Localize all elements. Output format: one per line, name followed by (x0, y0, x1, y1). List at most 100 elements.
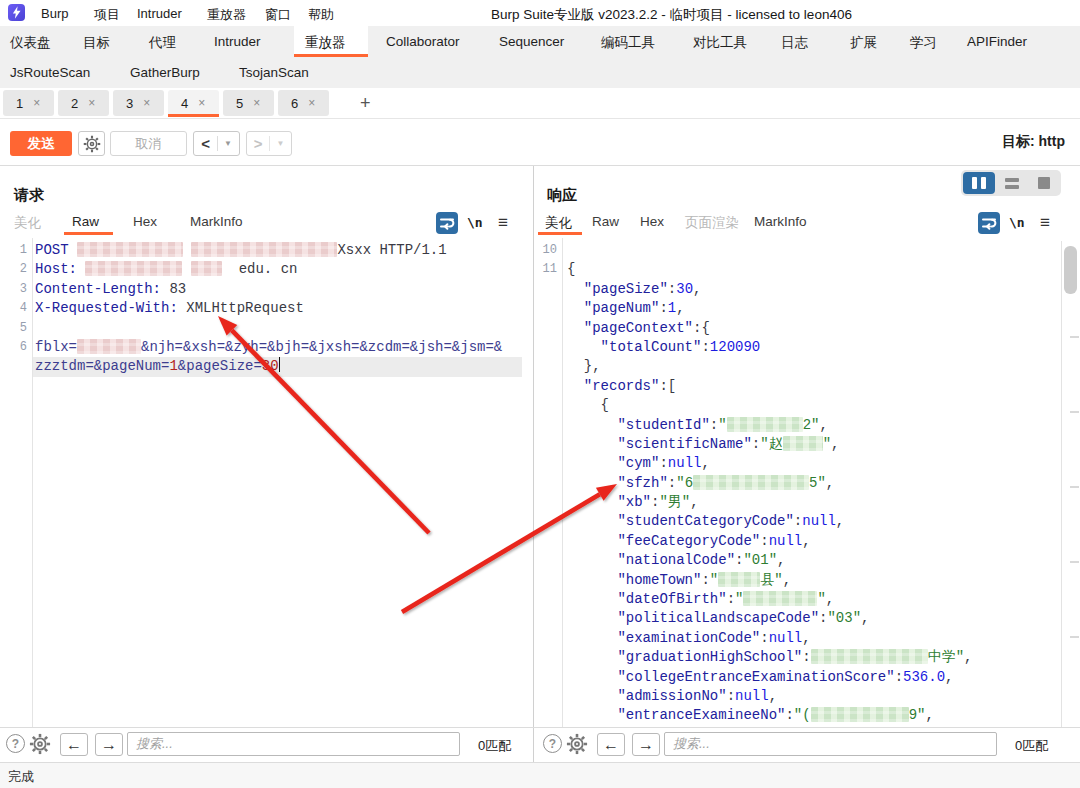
response-line[interactable]: "studentCategoryCode":null, (567, 512, 972, 531)
response-tab-4[interactable]: MarkInfo (754, 214, 807, 229)
request-tab-1[interactable]: Raw (72, 214, 99, 229)
request-line[interactable]: zzztdm=&pageNum=1&pageSize=30 (35, 357, 502, 376)
response-line[interactable]: "examinationCode":null, (567, 629, 972, 648)
panel-divider[interactable] (533, 166, 534, 762)
tab-sequencer[interactable]: Sequencer (499, 34, 564, 49)
request-line[interactable] (35, 319, 502, 338)
response-line[interactable]: }, (567, 357, 972, 376)
response-line[interactable]: "totalCount":120090 (567, 338, 972, 357)
response-line[interactable]: "records":[ (567, 377, 972, 396)
tab-学习[interactable]: 学习 (910, 34, 937, 52)
response-line[interactable]: "pageNum":1, (567, 299, 972, 318)
tab-对比工具[interactable]: 对比工具 (693, 34, 747, 52)
response-line[interactable]: "nationalCode":"01", (567, 551, 972, 570)
close-tab-icon[interactable]: × (88, 96, 95, 110)
request-line[interactable]: Host: edu. cn (35, 260, 502, 279)
tab-intruder[interactable]: Intruder (214, 34, 261, 49)
response-line[interactable]: "entranceExamineeNo":"(9", (567, 706, 972, 725)
tab-collaborator[interactable]: Collaborator (386, 34, 460, 49)
response-next-match-button[interactable]: → (632, 733, 660, 756)
response-prev-match-button[interactable]: ← (597, 733, 625, 756)
add-tab-button[interactable]: + (360, 93, 371, 114)
response-line[interactable]: "xb":"男", (567, 493, 972, 512)
tab-重放器[interactable]: 重放器 (305, 34, 346, 52)
response-line[interactable]: "pageContext":{ (567, 319, 972, 338)
menu-repeater[interactable]: 重放器 (207, 6, 246, 24)
back-dropdown-icon[interactable]: ▼ (224, 139, 232, 148)
close-tab-icon[interactable]: × (253, 96, 260, 110)
request-next-match-button[interactable]: → (95, 733, 123, 756)
request-settings-icon[interactable] (29, 733, 51, 755)
response-settings-icon[interactable] (566, 733, 588, 755)
response-line[interactable]: "pageSize":30, (567, 280, 972, 299)
response-help-icon[interactable]: ? (543, 734, 562, 753)
request-line[interactable]: X-Requested-With: XMLHttpRequest (35, 299, 502, 318)
response-line[interactable]: "politicalLandscapeCode":"03", (567, 609, 972, 628)
repeater-tab-1[interactable]: 1× (3, 90, 54, 116)
send-settings-button[interactable] (78, 131, 105, 156)
response-line[interactable]: { (567, 260, 972, 279)
response-line[interactable]: "feeCategoryCode":null, (567, 532, 972, 551)
response-line[interactable]: "homeTown":"县", (567, 571, 972, 590)
request-line[interactable]: fblx=&njh=&xsh=&zyh=&bjh=&jxsh=&zcdm=&js… (35, 338, 502, 357)
menu-help[interactable]: 帮助 (308, 6, 334, 24)
request-prev-match-button[interactable]: ← (60, 733, 88, 756)
response-line[interactable]: "graduationHighSchool":中学", (567, 648, 972, 667)
tab-扩展[interactable]: 扩展 (850, 34, 877, 52)
tab-apifinder[interactable]: APIFinder (967, 34, 1027, 49)
tab-编码工具[interactable]: 编码工具 (601, 34, 655, 52)
layout-rows-button[interactable] (996, 172, 1028, 194)
request-editor[interactable]: POST Xsxx HTTP/1.1Host: edu. cnContent-L… (35, 241, 502, 377)
response-line[interactable] (567, 241, 972, 260)
response-tab-2[interactable]: Hex (640, 214, 664, 229)
response-editor[interactable]: { "pageSize":30, "pageNum":1, "pageConte… (567, 241, 972, 726)
response-tab-1[interactable]: Raw (592, 214, 619, 229)
history-back-button[interactable]: <▼ (193, 131, 240, 156)
request-tab-3[interactable]: MarkInfo (190, 214, 243, 229)
tab-目标[interactable]: 目标 (83, 34, 110, 52)
tab-仪表盘[interactable]: 仪表盘 (10, 34, 51, 52)
close-tab-icon[interactable]: × (33, 96, 40, 110)
layout-single-button[interactable] (1029, 172, 1059, 194)
response-line[interactable]: "sfzh":"65", (567, 474, 972, 493)
response-line[interactable]: "dateOfBirth":"", (567, 590, 972, 609)
history-forward-button[interactable]: >▼ (246, 131, 292, 156)
response-tab-0[interactable]: 美化 (545, 214, 572, 232)
repeater-tab-2[interactable]: 2× (58, 90, 109, 116)
response-line[interactable]: "admissionNo":null, (567, 687, 972, 706)
send-button[interactable]: 发送 (10, 131, 72, 156)
tab-jsroutescan[interactable]: JsRouteScan (10, 65, 90, 80)
repeater-tab-5[interactable]: 5× (223, 90, 274, 116)
menu-window[interactable]: 窗口 (265, 6, 291, 24)
editor-menu-icon[interactable]: ≡ (1040, 213, 1050, 233)
response-search-input[interactable]: 搜索... (664, 732, 997, 756)
response-line[interactable]: { (567, 396, 972, 415)
response-line[interactable]: "collegeEntranceExaminationScore":536.0, (567, 668, 972, 687)
response-line[interactable]: "studentId":"2", (567, 416, 972, 435)
menu-project[interactable]: 项目 (94, 6, 120, 24)
request-tab-0[interactable]: 美化 (14, 214, 41, 232)
repeater-tab-3[interactable]: 3× (113, 90, 164, 116)
newline-toggle-icon[interactable]: \n (467, 215, 483, 230)
editor-menu-icon[interactable]: ≡ (498, 213, 508, 233)
request-line[interactable]: Content-Length: 83 (35, 280, 502, 299)
menu-intruder[interactable]: Intruder (137, 6, 182, 21)
response-line[interactable]: "scientificName":"赵", (567, 435, 972, 454)
menu-burp[interactable]: Burp (41, 6, 68, 21)
response-line[interactable]: "cym":null, (567, 454, 972, 473)
response-tab-3[interactable]: 页面渲染 (685, 214, 739, 232)
tab-gatherburp[interactable]: GatherBurp (130, 65, 200, 80)
close-tab-icon[interactable]: × (143, 96, 150, 110)
tab-代理[interactable]: 代理 (149, 34, 176, 52)
tab-tsojanscan[interactable]: TsojanScan (239, 65, 309, 80)
layout-columns-button[interactable] (963, 172, 995, 194)
repeater-tab-4[interactable]: 4× (168, 90, 219, 116)
request-line[interactable]: POST Xsxx HTTP/1.1 (35, 241, 502, 260)
cancel-button[interactable]: 取消 (110, 131, 187, 156)
word-wrap-icon[interactable] (436, 212, 458, 234)
repeater-tab-6[interactable]: 6× (278, 90, 329, 116)
word-wrap-icon[interactable] (978, 212, 1000, 234)
request-tab-2[interactable]: Hex (133, 214, 157, 229)
forward-dropdown-icon[interactable]: ▼ (276, 139, 284, 148)
tab-日志[interactable]: 日志 (781, 34, 808, 52)
